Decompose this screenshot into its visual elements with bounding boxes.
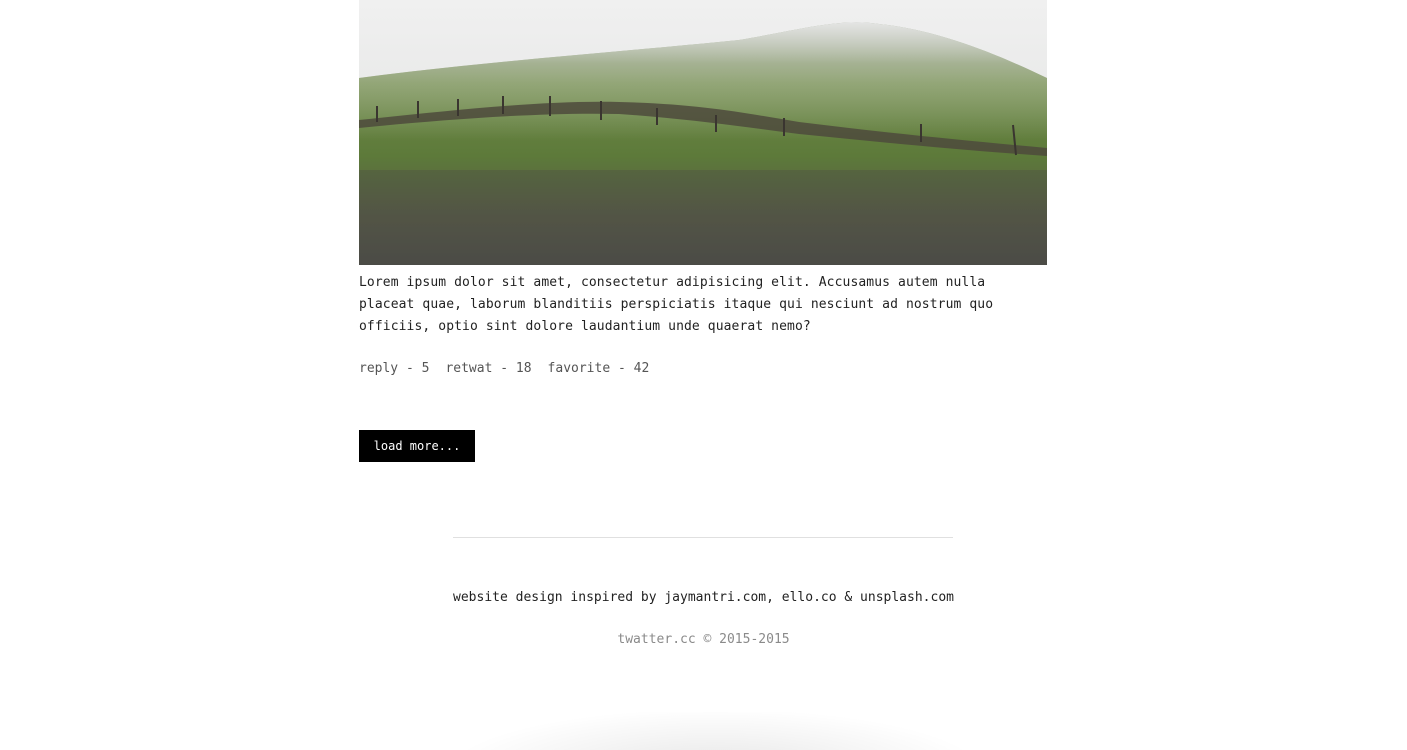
credits-sep-1: , [766,590,782,605]
favorite-link[interactable]: favorite - 42 [548,358,650,380]
footer-divider [453,537,953,538]
bottom-shadow [460,712,970,750]
reply-link[interactable]: reply - 5 [359,358,429,380]
unsplash-link[interactable]: unsplash.com [860,590,954,605]
ello-link[interactable]: ello.co [782,590,837,605]
credits-prefix: website design inspired by [453,590,665,605]
footer-credits: website design inspired by jaymantri.com… [0,588,1407,608]
copyright: twatter.cc © 2015-2015 [617,632,790,647]
retweet-link[interactable]: retwat - 18 [445,358,531,380]
credits-sep-2: & [836,590,861,605]
post-image [359,0,1047,265]
load-more-button[interactable]: load more... [359,430,475,462]
post-text: Lorem ipsum dolor sit amet, consectetur … [359,275,994,334]
post-actions: reply - 5 retwat - 18 favorite - 42 [359,358,649,380]
jaymantri-link[interactable]: jaymantri.com [664,590,766,605]
